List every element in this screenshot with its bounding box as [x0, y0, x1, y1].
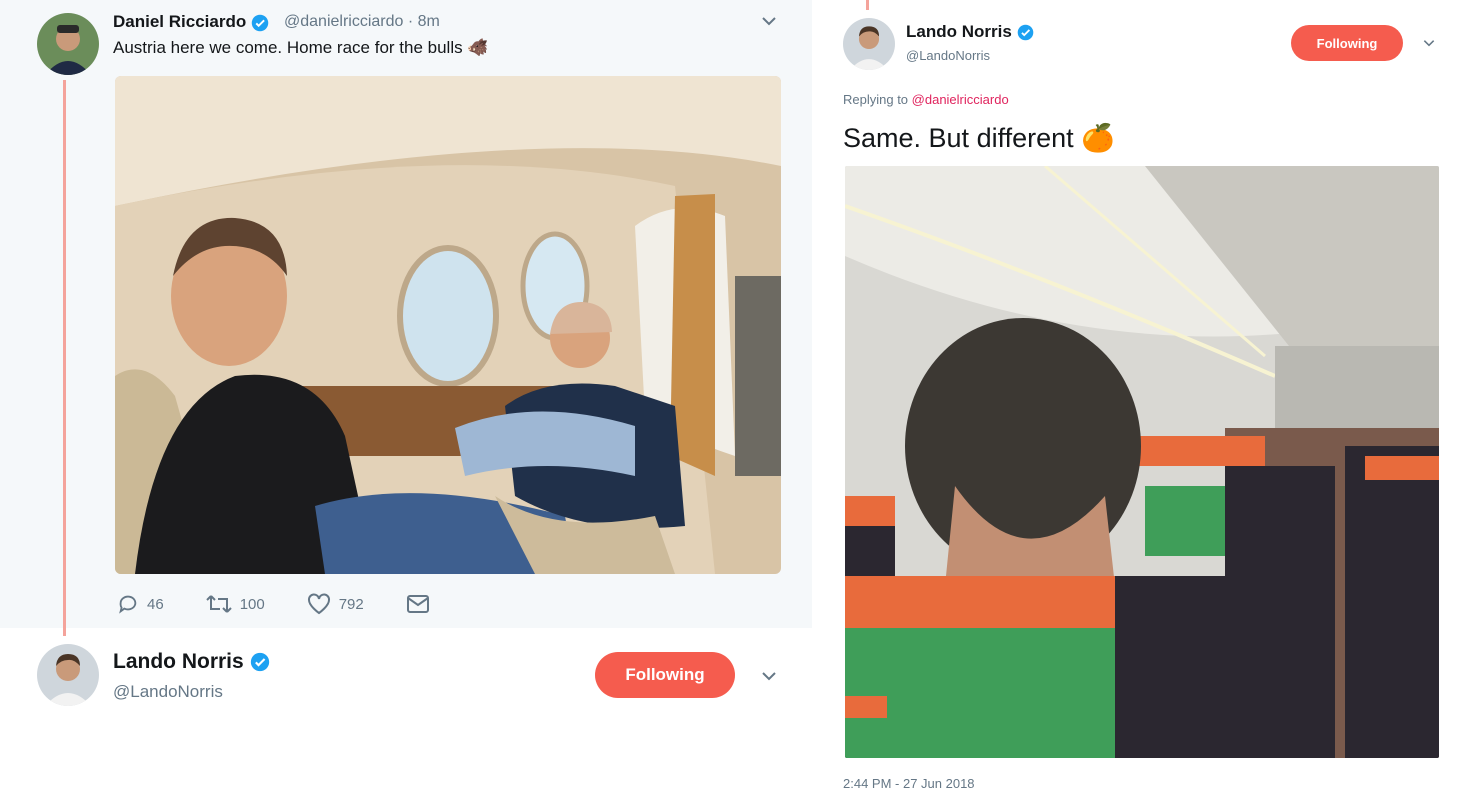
tweet-actions: 46 100 792 [117, 593, 470, 615]
following-button-right[interactable]: Following [1291, 25, 1403, 61]
retweet-count: 100 [239, 595, 265, 613]
verified-badge-icon [1017, 24, 1033, 41]
reply-icon [119, 595, 137, 614]
tweet-photo-cabin[interactable] [845, 166, 1439, 758]
like-icon [307, 593, 330, 615]
like-count: 792 [338, 595, 364, 613]
tweet-text-daniel: Austria here we come. Home race for the … [113, 38, 489, 57]
message-button[interactable] [406, 594, 438, 614]
avatar-daniel[interactable] [37, 13, 99, 75]
reply-button[interactable]: 46 [117, 593, 164, 615]
handle-lando-right[interactable]: @LandoNorris [906, 48, 990, 63]
following-button[interactable]: Following [595, 652, 735, 698]
left-tweet-panel: Daniel Ricciardo @danielricciardo · 8m A… [0, 0, 812, 800]
author-name-lando-right: Lando Norris [906, 22, 1012, 41]
tweet-photo-jet[interactable] [115, 76, 781, 574]
avatar-lando-right[interactable] [843, 18, 895, 70]
like-button[interactable]: 792 [307, 593, 364, 615]
replying-to-handle[interactable]: @danielricciardo [912, 92, 1009, 107]
tweet-timestamp[interactable]: 2:44 PM - 27 Jun 2018 [843, 776, 975, 791]
chevron-down-icon[interactable] [1422, 36, 1436, 55]
verified-badge-icon [251, 14, 269, 31]
reply-count: 46 [147, 595, 164, 613]
thread-connector-line [63, 80, 66, 636]
message-icon [406, 595, 429, 613]
replying-to-prefix: Replying to [843, 92, 912, 107]
chevron-down-icon[interactable] [760, 667, 778, 690]
chevron-down-icon[interactable] [760, 12, 778, 35]
avatar-lando[interactable] [37, 644, 99, 706]
handle-lando[interactable]: @LandoNorris [113, 682, 223, 702]
retweet-button[interactable]: 100 [205, 593, 265, 615]
thread-connector-line [866, 0, 869, 10]
handle-daniel[interactable]: @danielricciardo · 8m [284, 13, 440, 31]
author-name-daniel: Daniel Ricciardo [113, 12, 247, 31]
verified-badge-icon [250, 653, 269, 672]
replying-to: Replying to @danielricciardo [843, 92, 1009, 107]
retweet-icon [205, 595, 232, 613]
tweet-text-lando: Same. But different 🍊 [843, 123, 1115, 153]
author-name-lando: Lando Norris [113, 650, 244, 673]
